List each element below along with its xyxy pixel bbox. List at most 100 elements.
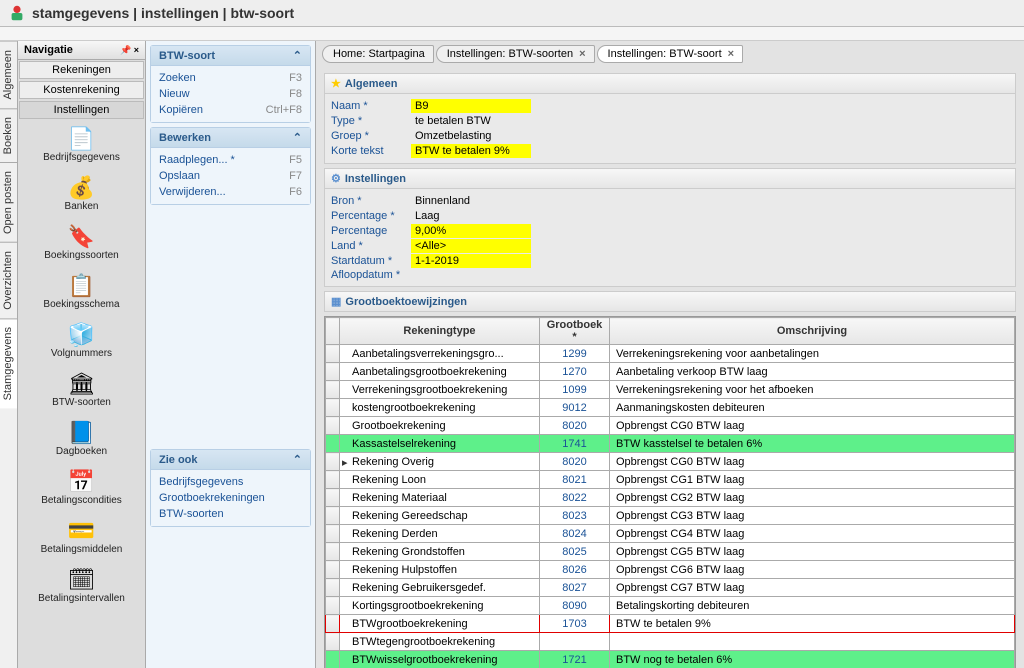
nav-item-kostenrekening[interactable]: Kostenrekening xyxy=(19,81,144,99)
side-tab-open posten[interactable]: Open posten xyxy=(0,162,17,242)
action-row-verwijderen[interactable]: Verwijderen...F6 xyxy=(159,184,302,200)
row-handle[interactable] xyxy=(326,453,340,471)
nav-item-rekeningen[interactable]: Rekeningen xyxy=(19,61,144,79)
action-row-opslaan[interactable]: OpslaanF7 xyxy=(159,168,302,184)
nav-icon-betalingscondities[interactable]: 📅Betalingscondities xyxy=(18,463,145,512)
close-icon[interactable]: × xyxy=(579,48,585,60)
cell-type[interactable]: Kassastelselrekening xyxy=(340,435,540,453)
cell-type[interactable]: Rekening Gereedschap xyxy=(340,507,540,525)
cell-grootboek[interactable]: 8090 xyxy=(540,597,610,615)
cell-omschrijving[interactable]: BTW nog te betalen 6% xyxy=(610,651,1015,668)
cell-omschrijving[interactable]: Opbrengst CG2 BTW laag xyxy=(610,489,1015,507)
table-row[interactable]: BTWwisselgrootboekrekening1721BTW nog te… xyxy=(326,651,1015,668)
cell-omschrijving[interactable]: Opbrengst CG0 BTW laag xyxy=(610,417,1015,435)
nav-icon-dagboeken[interactable]: 📘Dagboeken xyxy=(18,414,145,463)
row-handle[interactable] xyxy=(326,489,340,507)
table-row[interactable]: Aanbetalingsgrootboekrekening1270Aanbeta… xyxy=(326,363,1015,381)
action-row-zoeken[interactable]: ZoekenF3 xyxy=(159,70,302,86)
field-value[interactable]: BTW te betalen 9% xyxy=(411,144,531,158)
cell-type[interactable]: BTWwisselgrootboekrekening xyxy=(340,651,540,668)
table-row[interactable]: Rekening Gebruikersgedef.8027Opbrengst C… xyxy=(326,579,1015,597)
row-handle[interactable] xyxy=(326,345,340,363)
table-row[interactable]: kostengrootboekrekening9012Aanmaningskos… xyxy=(326,399,1015,417)
cell-omschrijving[interactable]: Opbrengst CG3 BTW laag xyxy=(610,507,1015,525)
row-handle[interactable] xyxy=(326,363,340,381)
nav-icon-boekingssoorten[interactable]: 🔖Boekingssoorten xyxy=(18,218,145,267)
cell-grootboek[interactable]: 8027 xyxy=(540,579,610,597)
row-handle[interactable] xyxy=(326,651,340,668)
cell-type[interactable]: BTWtegengrootboekrekening xyxy=(340,633,540,651)
action-row-kopiren[interactable]: KopiërenCtrl+F8 xyxy=(159,102,302,118)
table-row[interactable]: Rekening Materiaal8022Opbrengst CG2 BTW … xyxy=(326,489,1015,507)
cell-omschrijving[interactable] xyxy=(610,633,1015,651)
action-head[interactable]: BTW-soort⌃ xyxy=(151,46,310,66)
action-row-raadplegen[interactable]: Raadplegen... *F5 xyxy=(159,152,302,168)
nav-icon-betalingsmiddelen[interactable]: 💳Betalingsmiddelen xyxy=(18,512,145,561)
cell-grootboek[interactable]: 8024 xyxy=(540,525,610,543)
side-tab-overzichten[interactable]: Overzichten xyxy=(0,242,17,318)
cell-omschrijving[interactable]: Opbrengst CG5 BTW laag xyxy=(610,543,1015,561)
nav-icon-boekingsschema[interactable]: 📋Boekingsschema xyxy=(18,267,145,316)
cell-grootboek[interactable]: 1741 xyxy=(540,435,610,453)
field-value[interactable]: 1-1-2019 xyxy=(411,254,531,268)
row-handle[interactable] xyxy=(326,579,340,597)
table-row[interactable]: Kortingsgrootboekrekening8090Betalingsko… xyxy=(326,597,1015,615)
cell-grootboek[interactable] xyxy=(540,633,610,651)
field-value[interactable]: Binnenland xyxy=(411,194,531,208)
crumb-instellingenbtwsoort[interactable]: Instellingen: BTW-soort× xyxy=(597,45,744,63)
action-head[interactable]: Bewerken⌃ xyxy=(151,128,310,148)
cell-grootboek[interactable]: 8025 xyxy=(540,543,610,561)
cell-grootboek[interactable]: 8020 xyxy=(540,417,610,435)
action-row-bedrijfsgegevens[interactable]: Bedrijfsgegevens xyxy=(159,474,302,490)
cell-omschrijving[interactable]: Opbrengst CG1 BTW laag xyxy=(610,471,1015,489)
row-handle[interactable] xyxy=(326,507,340,525)
cell-type[interactable]: Rekening Overig xyxy=(340,453,540,471)
row-handle[interactable] xyxy=(326,417,340,435)
cell-type[interactable]: Rekening Gebruikersgedef. xyxy=(340,579,540,597)
nav-icon-bedrijfsgegevens[interactable]: 📄Bedrijfsgegevens xyxy=(18,120,145,169)
cell-type[interactable]: BTWgrootboekrekening xyxy=(340,615,540,633)
side-tab-algemeen[interactable]: Algemeen xyxy=(0,41,17,108)
cell-omschrijving[interactable]: Aanbetaling verkoop BTW laag xyxy=(610,363,1015,381)
field-value[interactable]: 9,00% xyxy=(411,224,531,238)
col-head[interactable]: Grootboek * xyxy=(540,318,610,345)
cell-omschrijving[interactable]: Opbrengst CG0 BTW laag xyxy=(610,453,1015,471)
action-row-nieuw[interactable]: NieuwF8 xyxy=(159,86,302,102)
table-row[interactable]: Rekening Overig8020Opbrengst CG0 BTW laa… xyxy=(326,453,1015,471)
cell-grootboek[interactable]: 8023 xyxy=(540,507,610,525)
cell-type[interactable]: Rekening Grondstoffen xyxy=(340,543,540,561)
action-head[interactable]: Zie ook⌃ xyxy=(151,450,310,470)
cell-grootboek[interactable]: 1270 xyxy=(540,363,610,381)
side-tab-boeken[interactable]: Boeken xyxy=(0,108,17,162)
row-handle[interactable] xyxy=(326,615,340,633)
row-handle[interactable] xyxy=(326,561,340,579)
table-row[interactable]: Grootboekrekening8020Opbrengst CG0 BTW l… xyxy=(326,417,1015,435)
cell-omschrijving[interactable]: Opbrengst CG7 BTW laag xyxy=(610,579,1015,597)
table-row[interactable]: Aanbetalingsverrekeningsgro...1299Verrek… xyxy=(326,345,1015,363)
row-handle[interactable] xyxy=(326,597,340,615)
table-row[interactable]: Rekening Gereedschap8023Opbrengst CG3 BT… xyxy=(326,507,1015,525)
close-icon[interactable]: × xyxy=(728,48,734,60)
cell-omschrijving[interactable]: Betalingskorting debiteuren xyxy=(610,597,1015,615)
cell-grootboek[interactable]: 8022 xyxy=(540,489,610,507)
row-handle[interactable] xyxy=(326,399,340,417)
cell-type[interactable]: Rekening Loon xyxy=(340,471,540,489)
cell-type[interactable]: Grootboekrekening xyxy=(340,417,540,435)
cell-type[interactable]: Rekening Hulpstoffen xyxy=(340,561,540,579)
cell-type[interactable]: Kortingsgrootboekrekening xyxy=(340,597,540,615)
cell-omschrijving[interactable]: Opbrengst CG4 BTW laag xyxy=(610,525,1015,543)
cell-grootboek[interactable]: 8026 xyxy=(540,561,610,579)
grid-table[interactable]: RekeningtypeGrootboek *OmschrijvingAanbe… xyxy=(325,317,1015,668)
cell-grootboek[interactable]: 8020 xyxy=(540,453,610,471)
nav-item-instellingen[interactable]: Instellingen xyxy=(19,101,144,119)
field-value[interactable]: te betalen BTW xyxy=(411,114,531,128)
cell-grootboek[interactable]: 1721 xyxy=(540,651,610,668)
cell-grootboek[interactable]: 1299 xyxy=(540,345,610,363)
field-value[interactable]: B9 xyxy=(411,99,531,113)
field-value[interactable] xyxy=(411,274,531,276)
table-row[interactable]: Rekening Loon8021Opbrengst CG1 BTW laag xyxy=(326,471,1015,489)
cell-type[interactable]: Aanbetalingsverrekeningsgro... xyxy=(340,345,540,363)
action-row-grootboekrekeningen[interactable]: Grootboekrekeningen xyxy=(159,490,302,506)
table-row[interactable]: Rekening Derden8024Opbrengst CG4 BTW laa… xyxy=(326,525,1015,543)
table-row[interactable]: BTWgrootboekrekening1703BTW te betalen 9… xyxy=(326,615,1015,633)
